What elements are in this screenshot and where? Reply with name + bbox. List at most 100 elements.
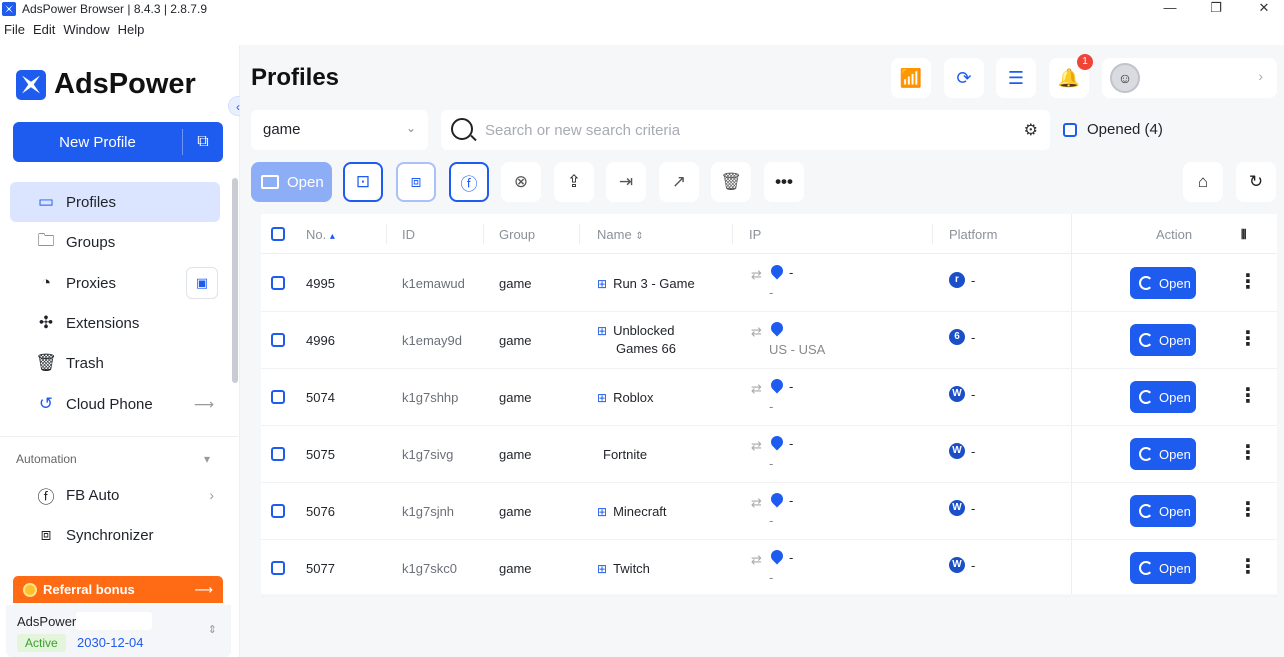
sidebar-item-groups[interactable]: 🗀 Groups: [10, 222, 220, 262]
network-button[interactable]: 📶: [891, 58, 931, 98]
swap-icon[interactable]: ⇄: [751, 438, 762, 454]
row-more-icon[interactable]: ⋮: [1238, 557, 1258, 577]
windows-icon: ⊞: [597, 562, 608, 576]
user-menu[interactable]: ☺ ›: [1102, 58, 1277, 98]
column-divider: [732, 224, 733, 244]
row-more-icon[interactable]: ⋮: [1238, 386, 1258, 406]
synchronizer-icon: ⧈: [410, 172, 422, 191]
row-more-icon[interactable]: ⋮: [1238, 443, 1258, 463]
row-checkbox[interactable]: [271, 390, 285, 404]
facebook-auto-icon: ⓕ: [460, 174, 478, 194]
sidebar-item-profiles[interactable]: ▭ Profiles: [10, 182, 220, 222]
menu-edit[interactable]: Edit: [33, 22, 55, 42]
sidebar-item-label: Groups: [66, 233, 116, 251]
row-more-icon[interactable]: ⋮: [1238, 329, 1258, 349]
minimize-button[interactable]: —: [1150, 0, 1190, 18]
sidebar-item-synchronizer[interactable]: ⧈ Synchronizer: [10, 515, 220, 555]
table-row[interactable]: 5076 k1g7sjnh game ⊞ Minecraft ⇄ - - W- O…: [261, 483, 1277, 540]
table-row[interactable]: 5074 k1g7shhp game ⊞ Roblox ⇄ - - W- Open…: [261, 369, 1277, 426]
swap-icon[interactable]: ⇄: [751, 267, 762, 283]
sidebar-item-fb-auto[interactable]: ⓕ FB Auto ›: [10, 475, 220, 515]
open-profile-button[interactable]: Open: [1130, 438, 1196, 470]
trash-icon: 🗑: [720, 172, 742, 191]
proxy-shop-icon[interactable]: ▣: [186, 267, 218, 299]
move-to-group-button[interactable]: ⇥: [606, 162, 646, 202]
row-ip: -: [789, 436, 794, 451]
group-select[interactable]: game ⌄: [251, 110, 428, 150]
row-checkbox[interactable]: [271, 447, 285, 461]
bell-icon: 🔔: [1057, 67, 1081, 88]
menu-help[interactable]: Help: [118, 22, 145, 42]
restore-button[interactable]: ❐: [1196, 0, 1236, 18]
task-list-button[interactable]: ☰: [996, 58, 1036, 98]
batch-add-icon[interactable]: ⧉: [183, 133, 223, 151]
open-profile-button[interactable]: Open: [1130, 267, 1196, 299]
open-profile-button[interactable]: Open: [1130, 495, 1196, 527]
row-no: 5076: [306, 504, 335, 519]
row-checkbox[interactable]: [271, 561, 285, 575]
list-icon: ☰: [1007, 67, 1025, 88]
swap-icon[interactable]: ⇄: [751, 552, 762, 568]
row-more-icon[interactable]: ⋮: [1238, 500, 1258, 520]
share-button[interactable]: ↗: [659, 162, 699, 202]
row-checkbox[interactable]: [271, 276, 285, 290]
menu-window[interactable]: Window: [63, 22, 109, 42]
fb-auto-button[interactable]: ⓕ: [449, 162, 489, 202]
table-row[interactable]: 4995 k1emawud game ⊞ Run 3 - Game ⇄ - - r…: [261, 255, 1277, 312]
sidebar-item-extensions[interactable]: ✣ Extensions: [10, 303, 220, 343]
row-checkbox[interactable]: [271, 504, 285, 518]
close-browsers-button[interactable]: ⊗: [501, 162, 541, 202]
row-checkbox[interactable]: [271, 333, 285, 347]
adspower-logo-icon: [16, 69, 46, 100]
row-name: ⊞ Twitch: [597, 560, 727, 578]
sync-button[interactable]: ⟳: [944, 58, 984, 98]
sidebar-item-trash[interactable]: 🗑 Trash: [10, 343, 220, 383]
brand: AdsPower: [16, 68, 196, 101]
referral-bonus-banner[interactable]: Referral bonus ⟶: [13, 576, 223, 603]
row-name-text-line2: Games 66: [616, 341, 676, 356]
expand-updown-icon[interactable]: ⇕: [208, 623, 217, 636]
windows-icon: ⊞: [597, 505, 608, 519]
select-all-checkbox[interactable]: [271, 227, 285, 241]
column-header-id: ID: [402, 227, 415, 242]
opened-checkbox[interactable]: [1063, 122, 1077, 137]
row-no: 5077: [306, 561, 335, 576]
row-group: game: [499, 447, 532, 462]
account-name: AdsPower: [17, 614, 77, 629]
filter-settings-icon[interactable]: ⚙: [1024, 120, 1038, 140]
menu-file[interactable]: File: [4, 22, 25, 42]
sidebar-scrollbar[interactable]: [232, 178, 238, 383]
rpa-button[interactable]: ⊡: [343, 162, 383, 202]
table-row[interactable]: 5077 k1g7skc0 game ⊞ Twitch ⇄ - - W- Open…: [261, 540, 1277, 597]
table-row[interactable]: 4996 k1emay9d game ⊞ Unblocked Games 66 ⇄ …: [261, 312, 1277, 369]
table-row[interactable]: 5075 k1g7sivg game Fortnite ⇄ - - W- Ope…: [261, 426, 1277, 483]
delete-button[interactable]: 🗑: [711, 162, 751, 202]
column-settings-icon[interactable]: ⫴: [1241, 227, 1246, 243]
column-header-name[interactable]: Name ⇕: [597, 227, 644, 242]
opened-filter[interactable]: Opened (4): [1063, 121, 1163, 138]
search-icon: [451, 118, 473, 140]
search-bar: ⚙: [441, 110, 1050, 150]
swap-icon[interactable]: ⇄: [751, 495, 762, 511]
row-more-icon[interactable]: ⋮: [1238, 272, 1258, 292]
upload-button[interactable]: ⇪: [554, 162, 594, 202]
search-input[interactable]: [485, 120, 985, 140]
open-window-icon: [261, 175, 279, 189]
account-card[interactable]: AdsPower Active 2030-12-04 ⇕: [6, 605, 231, 657]
new-profile-label: New Profile: [59, 133, 136, 151]
tags-button[interactable]: ⌂: [1183, 162, 1223, 202]
new-profile-button[interactable]: New Profile ⧉: [13, 122, 223, 162]
close-window-button[interactable]: ✕: [1244, 0, 1284, 18]
more-button[interactable]: •••: [764, 162, 804, 202]
open-profile-button[interactable]: Open: [1130, 381, 1196, 413]
automation-section-header[interactable]: Automation ▾: [16, 452, 216, 466]
refresh-button[interactable]: ↻: [1236, 162, 1276, 202]
swap-icon[interactable]: ⇄: [751, 324, 762, 340]
open-selected-button[interactable]: Open: [251, 162, 332, 202]
synchronizer-button[interactable]: ⧈: [396, 162, 436, 202]
open-profile-button[interactable]: Open: [1130, 324, 1196, 356]
open-profile-button[interactable]: Open: [1130, 552, 1196, 584]
swap-icon[interactable]: ⇄: [751, 381, 762, 397]
column-header-no[interactable]: No. ▴: [306, 227, 335, 242]
sidebar-item-cloud-phone[interactable]: ↺ Cloud Phone ⟶: [10, 384, 220, 424]
